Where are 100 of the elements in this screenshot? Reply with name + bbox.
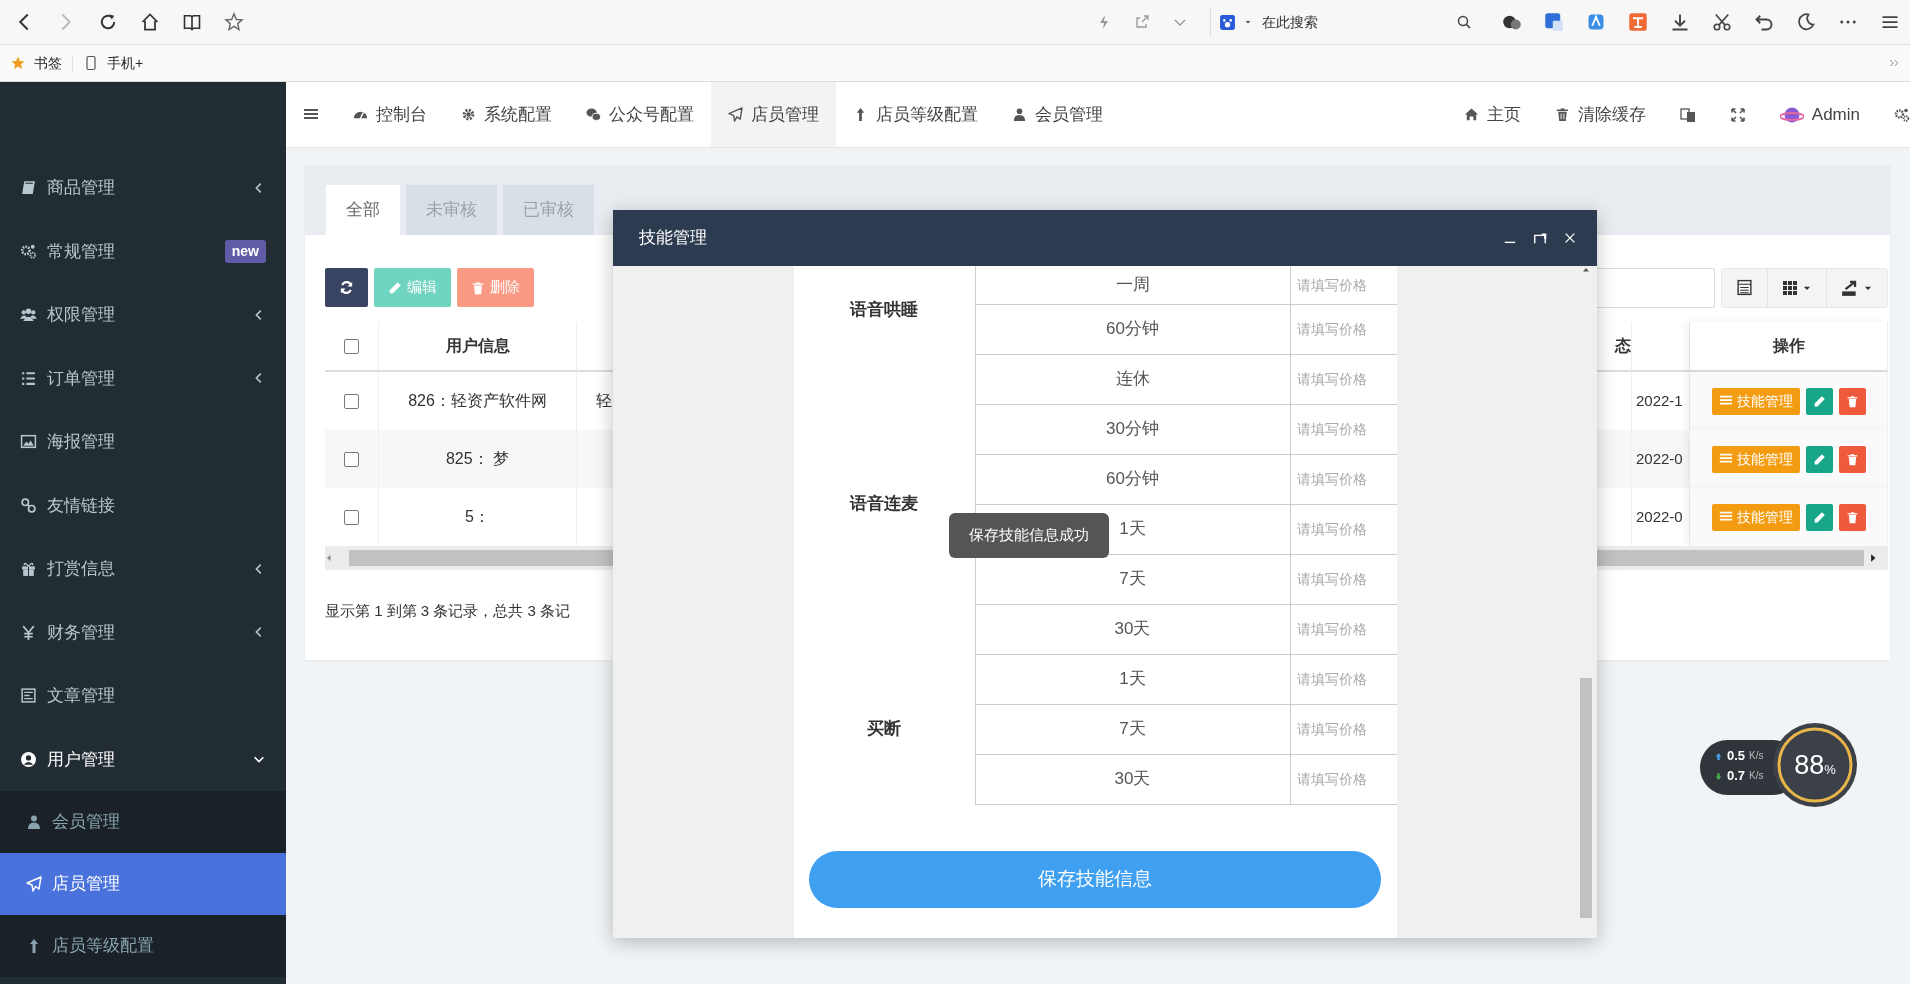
duration-label: 30天	[1114, 619, 1151, 639]
star-icon[interactable]	[224, 12, 244, 32]
checkbox[interactable]	[344, 509, 359, 525]
sidebar-item[interactable]: 用户管理	[0, 727, 286, 791]
sidebar-item[interactable]: 海报管理	[0, 410, 286, 474]
checkbox[interactable]	[344, 451, 359, 467]
grid-icon	[1782, 279, 1798, 296]
chat-icon	[586, 107, 601, 122]
user-icon	[20, 750, 37, 768]
gears-icon	[20, 242, 37, 260]
book-icon	[20, 179, 37, 197]
skill-label: 语音连麦	[850, 494, 919, 514]
trash-icon	[1845, 510, 1859, 524]
speed-unit: K/s	[1749, 769, 1764, 783]
nav-tab[interactable]: 店员管理	[711, 82, 836, 147]
gift-icon	[20, 560, 37, 578]
trash-icon	[1845, 452, 1859, 466]
duration-label: 7天	[1119, 569, 1146, 589]
nav-tab[interactable]: 控制台	[336, 82, 444, 147]
left-arrow-icon	[325, 554, 333, 562]
nav-link[interactable]: 清除缓存	[1537, 82, 1663, 147]
duration-label: 7天	[1119, 719, 1146, 739]
home-icon	[1463, 107, 1479, 122]
edit-button[interactable]	[1805, 445, 1833, 473]
edit-button[interactable]	[1805, 387, 1833, 415]
yen-icon	[20, 623, 37, 641]
duration-label: 60分钟	[1106, 319, 1159, 339]
book-icon[interactable]	[182, 12, 202, 32]
sidebar-item[interactable]: 商品管理	[0, 156, 286, 220]
checkbox[interactable]	[344, 393, 359, 409]
list-icon	[1718, 452, 1733, 466]
duration-label: 连休	[1115, 369, 1150, 389]
list-icon	[1718, 510, 1733, 524]
bookmark-link[interactable]: 手机+	[83, 52, 144, 74]
paper-plane-icon	[728, 107, 743, 122]
duration-label: 30天	[1114, 769, 1151, 789]
duration-label: 一周	[1115, 275, 1150, 294]
phone-icon	[83, 55, 99, 71]
nav-tab[interactable]: 店员等级配置	[836, 82, 995, 147]
sidebar-subitem[interactable]: 店员管理	[0, 853, 286, 915]
trash-icon	[1845, 394, 1859, 408]
filter-tab[interactable]: 全部	[326, 185, 400, 235]
image-icon	[20, 433, 37, 451]
sidebar-item[interactable]: 订单管理	[0, 346, 286, 410]
modal-title: 技能管理	[639, 227, 707, 250]
gears-icon[interactable]	[1894, 106, 1910, 123]
sidebar-item[interactable]: 权限管理	[0, 283, 286, 347]
scissors-icon[interactable]	[1712, 12, 1732, 32]
refresh-button[interactable]	[325, 268, 368, 307]
download-icon[interactable]	[1670, 12, 1690, 32]
upload-speed: 0.5	[1727, 747, 1746, 765]
search-input[interactable]: 在此搜索	[1260, 10, 1448, 34]
moon-icon[interactable]	[1796, 12, 1816, 32]
nav-tab[interactable]: 公众号配置	[569, 82, 711, 147]
sidebar-item[interactable]: 文章管理	[0, 664, 286, 728]
delete-button[interactable]	[1838, 445, 1866, 473]
edit-button[interactable]	[1805, 503, 1833, 531]
sidebar-subitem[interactable]: 店员等级配置	[0, 915, 286, 977]
undo-icon[interactable]	[1754, 12, 1774, 32]
new-badge: new	[224, 239, 266, 263]
pencil-icon	[388, 280, 402, 295]
sidebar-item[interactable]: 打赏信息	[0, 537, 286, 601]
star-icon	[10, 55, 26, 71]
table-cell: 2022-0	[1632, 430, 1690, 488]
newspaper-icon	[20, 687, 37, 705]
sidebar-item[interactable]: 财务管理	[0, 600, 286, 664]
delete-button[interactable]	[1838, 503, 1866, 531]
list-icon	[1718, 394, 1733, 408]
nav-link[interactable]: 主页	[1446, 82, 1538, 147]
duration-label: 30分钟	[1106, 419, 1159, 439]
home-icon[interactable]	[140, 12, 160, 32]
paw-icon	[1219, 13, 1236, 31]
bookmark-link[interactable]: 书签	[10, 52, 62, 74]
reload-icon[interactable]	[98, 12, 118, 32]
duration-label: 1天	[1119, 669, 1146, 689]
nav-tab[interactable]: 会员管理	[995, 82, 1120, 147]
duration-label: 60分钟	[1106, 469, 1159, 489]
arrow-down-icon	[1714, 771, 1723, 781]
sidebar-item[interactable]: 友情链接	[0, 473, 286, 537]
skill-label: 买断	[867, 719, 902, 739]
caret-icon	[1244, 18, 1252, 26]
skill-label: 语音哄睡	[850, 300, 919, 320]
maximize-icon[interactable]	[1533, 231, 1547, 245]
table-cell: 825： 梦	[379, 430, 577, 488]
delete-button[interactable]	[1838, 387, 1866, 415]
trash-icon	[1554, 107, 1570, 122]
checkbox[interactable]	[344, 338, 359, 354]
sidebar-subitem[interactable]: 会员管理	[0, 791, 286, 853]
sidebar-item[interactable]: 常规管理 new	[0, 219, 286, 283]
share-icon[interactable]	[1134, 14, 1150, 30]
trash-icon	[471, 280, 485, 295]
nav-tab[interactable]: 系统配置	[444, 82, 569, 147]
pagination-info: 显示第 1 到第 3 条记录，总共 3 条记	[325, 601, 572, 621]
letter-icon[interactable]	[1586, 12, 1606, 32]
usage-percent: 88%	[1794, 748, 1836, 782]
fullscreen-icon[interactable]	[1729, 106, 1746, 123]
pencil-icon	[1812, 394, 1826, 408]
search-icon	[1456, 14, 1472, 30]
close-icon[interactable]	[1563, 231, 1577, 245]
user-menu[interactable]: Admin	[1762, 82, 1877, 147]
